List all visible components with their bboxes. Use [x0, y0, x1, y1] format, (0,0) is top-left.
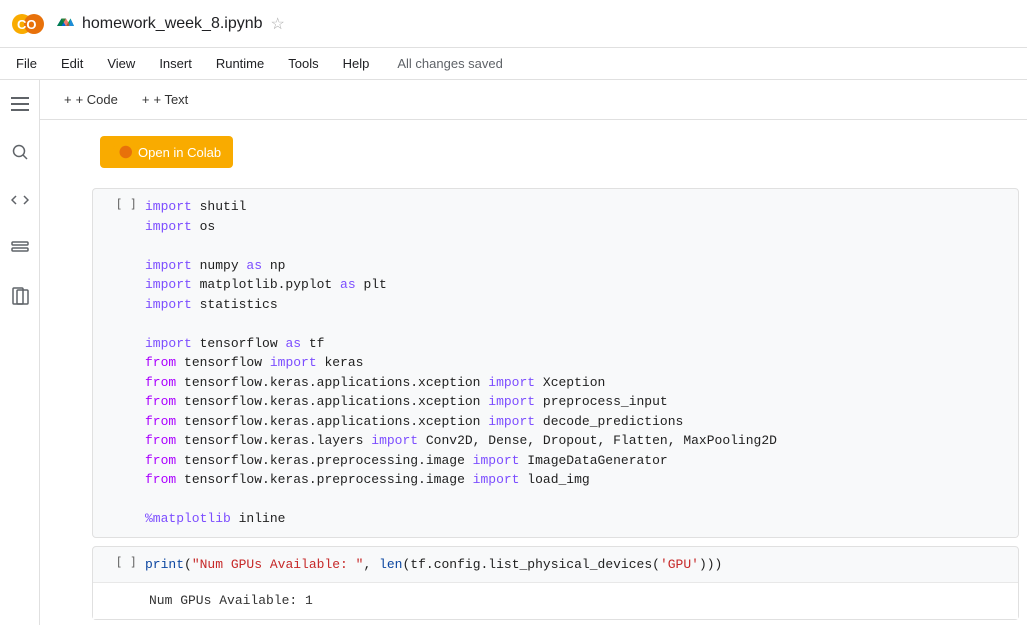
file-info: homework_week_8.ipynb ☆	[56, 12, 285, 35]
cell-2-gutter: [ ]	[93, 547, 141, 577]
add-text-label: + Text	[153, 92, 188, 107]
star-icon[interactable]: ☆	[271, 14, 285, 34]
add-code-button[interactable]: + + Code	[56, 88, 126, 111]
filename: homework_week_8.ipynb	[82, 15, 263, 33]
cell-2-code[interactable]: print("Num GPUs Available: ", len(tf.con…	[141, 547, 1018, 583]
menu-runtime[interactable]: Runtime	[212, 52, 268, 75]
cell-2-output-text: Num GPUs Available: 1	[149, 593, 313, 608]
open-colab-section: Open in Colab	[40, 120, 1027, 184]
open-colab-label: Open in Colab	[138, 145, 221, 160]
cell-2-output: Num GPUs Available: 1	[93, 582, 1018, 619]
code-cell-1: [ ] import shutil import os import numpy…	[92, 188, 1019, 538]
menu-edit[interactable]: Edit	[57, 52, 87, 75]
menu-help[interactable]: Help	[339, 52, 374, 75]
main-layout: + + Code + + Text Open in Colab [ ] im	[0, 80, 1027, 625]
toolbar: + + Code + + Text	[40, 80, 1027, 120]
topbar: CO homework_week_8.ipynb ☆	[0, 0, 1027, 48]
colab-logo: CO	[12, 11, 44, 37]
sidebar-menu-icon[interactable]	[4, 88, 36, 120]
add-text-button[interactable]: + + Text	[134, 88, 196, 111]
cell-1-gutter: [ ]	[93, 189, 141, 219]
sidebar-search-icon[interactable]	[4, 136, 36, 168]
content-area: + + Code + + Text Open in Colab [ ] im	[40, 80, 1027, 625]
menu-insert[interactable]: Insert	[155, 52, 196, 75]
all-changes-saved: All changes saved	[397, 56, 503, 71]
code-cell-2: [ ] print("Num GPUs Available: ", len(tf…	[92, 546, 1019, 620]
svg-text:CO: CO	[17, 17, 37, 32]
menu-file[interactable]: File	[12, 52, 41, 75]
colab-btn-logo-icon	[112, 142, 132, 162]
sidebar	[0, 80, 40, 625]
menu-view[interactable]: View	[103, 52, 139, 75]
menu-tools[interactable]: Tools	[284, 52, 322, 75]
sidebar-code-icon[interactable]	[4, 184, 36, 216]
menubar: File Edit View Insert Runtime Tools Help…	[0, 48, 1027, 80]
add-code-label: + Code	[76, 92, 118, 107]
cell-1-code[interactable]: import shutil import os import numpy as …	[141, 189, 1018, 537]
sidebar-files-icon[interactable]	[4, 280, 36, 312]
colab-logo-icon: CO	[12, 11, 44, 37]
sidebar-variables-icon[interactable]	[4, 232, 36, 264]
plus-text-icon: +	[142, 92, 150, 107]
open-in-colab-button[interactable]: Open in Colab	[100, 136, 233, 168]
drive-icon	[56, 12, 74, 35]
plus-icon: +	[64, 92, 72, 107]
